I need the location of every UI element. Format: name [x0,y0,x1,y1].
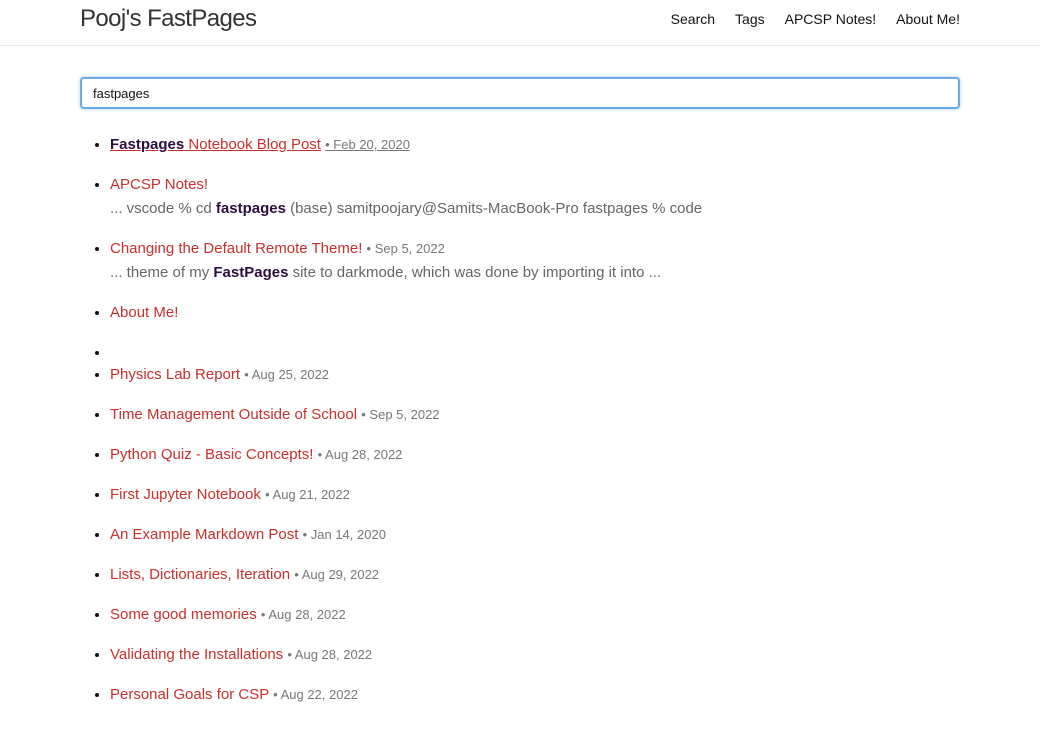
excerpt-text: (base) samitpoojary@Samits-MacBook-Pro f… [285,200,703,217]
result-title-text: Notebook Blog Post [184,136,321,153]
result-date: • Aug 25, 2022 [244,367,330,382]
result-date: • Sep 5, 2022 [366,241,445,256]
list-item: Changing the Default Remote Theme! • Sep… [110,237,970,285]
list-item: Physics Lab Report • Aug 25, 2022 [110,363,970,387]
result-title-link[interactable]: An Example Markdown Post [110,526,298,543]
top-nav: Search Tags APCSP Notes! About Me! [671,11,960,27]
site-header: Pooj's FastPages Search Tags APCSP Notes… [0,0,1040,46]
result-date: • Aug 28, 2022 [287,647,373,662]
list-item: Time Management Outside of School • Sep … [110,403,970,427]
list-item-empty [110,341,970,363]
result-title-link[interactable]: APCSP Notes! [110,176,208,193]
result-title-link[interactable]: Personal Goals for CSP [110,686,269,703]
result-date: • Jan 14, 2020 [302,527,386,542]
result-title-link[interactable]: Some good memories [110,606,257,623]
list-item: First Jupyter Notebook • Aug 21, 2022 [110,483,970,507]
list-item: Python Quiz - Basic Concepts! • Aug 28, … [110,443,970,467]
result-excerpt: ... theme of my FastPages site to darkmo… [110,264,661,281]
excerpt-text: ... vscode % cd [110,200,216,217]
nav-search[interactable]: Search [671,11,715,27]
list-item: Some good memories • Aug 28, 2022 [110,603,970,627]
list-item: Personal Goals for CSP • Aug 22, 2022 [110,683,970,707]
nav-apcsp-notes[interactable]: APCSP Notes! [785,11,877,27]
result-title-link[interactable]: First Jupyter Notebook [110,486,261,503]
list-item: Validating the Installations • Aug 28, 2… [110,643,970,667]
list-item: APCSP Notes! ... vscode % cd fastpages (… [110,173,970,221]
result-title-link[interactable]: Physics Lab Report [110,366,240,383]
list-item: About Me! [110,301,970,325]
excerpt-text: ... theme of my [110,264,214,281]
result-date: • Aug 22, 2022 [273,687,358,702]
site-title-link[interactable]: Pooj's FastPages [80,5,257,33]
nav-tags[interactable]: Tags [735,11,765,27]
list-item: Lists, Dictionaries, Iteration • Aug 29,… [110,563,970,587]
result-title-link[interactable]: Validating the Installations [110,646,283,663]
list-item: An Example Markdown Post • Jan 14, 2020 [110,523,970,547]
result-date: • Feb 20, 2020 [325,137,410,152]
excerpt-highlight: fastpages [215,200,286,217]
result-title-link[interactable]: Lists, Dictionaries, Iteration [110,566,290,583]
result-title-link[interactable]: Changing the Default Remote Theme! [110,240,362,257]
result-date: • Aug 28, 2022 [317,447,403,462]
result-title-link[interactable]: About Me! [110,304,178,321]
excerpt-highlight: FastPages [213,264,289,281]
result-title-link[interactable]: Python Quiz - Basic Concepts! [110,446,313,463]
search-results-list: Fastpages Notebook Blog Post • Feb 20, 2… [80,133,970,723]
result-date: • Aug 21, 2022 [265,487,350,502]
result-date: • Aug 28, 2022 [260,607,346,622]
result-title-highlight: Fastpages [110,136,185,153]
list-item: Fastpages Notebook Blog Post • Feb 20, 2… [110,133,970,157]
result-title-link[interactable]: Fastpages Notebook Blog Post [110,136,321,153]
result-date: • Aug 29, 2022 [294,567,380,582]
excerpt-text: site to darkmode, which was done by impo… [288,264,662,281]
result-excerpt: ... vscode % cd fastpages (base) samitpo… [110,200,702,217]
result-title-link[interactable]: Time Management Outside of School [110,406,357,423]
nav-about-me[interactable]: About Me! [896,11,960,27]
result-date: • Sep 5, 2022 [361,407,440,422]
search-input[interactable] [80,77,960,109]
